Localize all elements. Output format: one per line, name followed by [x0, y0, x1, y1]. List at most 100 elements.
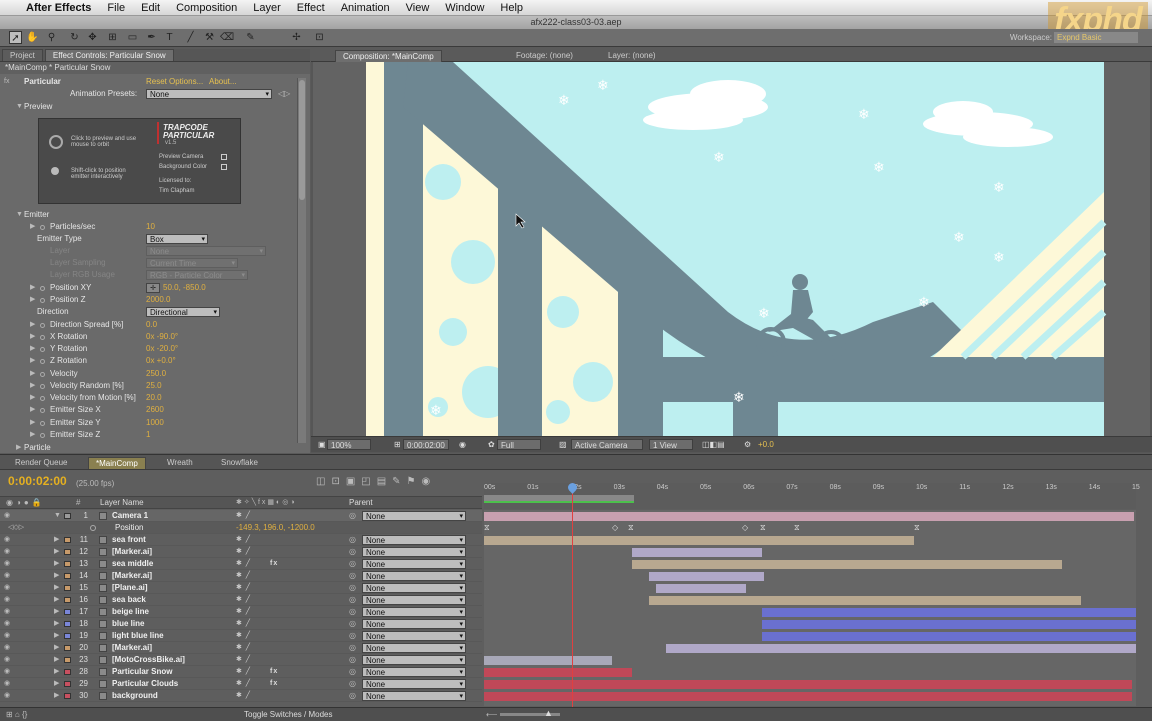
- layer-name[interactable]: [MotoCrossBike.ai]: [112, 654, 185, 666]
- parent-header[interactable]: Parent: [349, 498, 373, 507]
- layer-row[interactable]: ◉ ▶ 12 [Marker.ai] ✱ ╱ ◎ None: [0, 546, 482, 558]
- pickwhip-icon[interactable]: ◎: [349, 534, 356, 546]
- pickwhip-icon[interactable]: ◎: [349, 594, 356, 606]
- layer-duration-bar[interactable]: [484, 536, 914, 545]
- layer-row[interactable]: ◉ ▶ 20 [Marker.ai] ✱ ╱ ◎ None: [0, 642, 482, 654]
- stopwatch-icon[interactable]: [40, 396, 45, 401]
- layer-expand-icon[interactable]: ▶: [54, 690, 59, 702]
- layer-switches-icon[interactable]: ✱ ╱: [236, 594, 251, 606]
- label-color-swatch[interactable]: [64, 669, 71, 675]
- visibility-eye-icon[interactable]: ◉: [4, 558, 10, 570]
- parent-dropdown[interactable]: None: [362, 691, 466, 702]
- layer-expand-icon[interactable]: ▶: [54, 678, 59, 690]
- parent-dropdown[interactable]: None: [362, 571, 466, 582]
- clone-tool-icon[interactable]: ⚒: [203, 31, 216, 44]
- layer-name[interactable]: sea middle: [112, 558, 153, 570]
- layer-expand-icon[interactable]: ▶: [54, 546, 59, 558]
- layer-expand-icon[interactable]: ▶: [54, 630, 59, 642]
- rotate-tool-icon[interactable]: ↻: [68, 31, 81, 44]
- param-expand-icon[interactable]: ▶: [30, 343, 35, 355]
- effect-controls-scrollbar[interactable]: [297, 78, 306, 443]
- axis-mode-icon[interactable]: ✢: [290, 31, 303, 44]
- parent-dropdown[interactable]: None: [362, 655, 466, 666]
- layer-expand-icon[interactable]: ▶: [54, 618, 59, 630]
- layer-switches-icon[interactable]: ✱ ╱: [236, 666, 251, 678]
- keyframe-icon[interactable]: ⧖: [914, 523, 920, 533]
- parent-dropdown[interactable]: None: [362, 535, 466, 546]
- stopwatch-icon[interactable]: [40, 408, 45, 413]
- layer-switches-icon[interactable]: ✱ ╱: [236, 642, 251, 654]
- pickwhip-icon[interactable]: ◎: [349, 690, 356, 702]
- pickwhip-icon[interactable]: ◎: [349, 630, 356, 642]
- param-expand-icon[interactable]: ▶: [30, 294, 35, 306]
- layer-duration-bar[interactable]: [666, 644, 1136, 653]
- scrollbar-thumb[interactable]: [299, 80, 305, 200]
- menu-window[interactable]: Window: [437, 2, 492, 14]
- stopwatch-icon[interactable]: [40, 372, 45, 377]
- layer-duration-bar[interactable]: [762, 632, 1136, 641]
- visibility-eye-icon[interactable]: ◉: [4, 630, 10, 642]
- layer-switches-icon[interactable]: ✱ ╱: [236, 546, 251, 558]
- preset-arrows-icon[interactable]: ◁▷: [278, 88, 290, 100]
- text-tool-icon[interactable]: T: [163, 31, 176, 44]
- menu-composition[interactable]: Composition: [168, 2, 245, 14]
- layer-duration-bar[interactable]: [762, 620, 1136, 629]
- fx-switch[interactable]: fx: [270, 678, 278, 690]
- visibility-eye-icon[interactable]: ◉: [4, 618, 10, 630]
- layer-switches-icon[interactable]: ✱ ╱: [236, 534, 251, 546]
- layer-row[interactable]: ◉ ▶ 19 light blue line ✱ ╱ ◎ None: [0, 630, 482, 642]
- about-link[interactable]: About...: [209, 76, 237, 88]
- pan-behind-tool-icon[interactable]: ⊞: [106, 31, 119, 44]
- background-color-checkbox[interactable]: [221, 164, 227, 170]
- tab-composition[interactable]: Composition: *MainComp: [335, 50, 442, 62]
- magnification-dropdown[interactable]: 100%: [327, 439, 371, 450]
- pickwhip-icon[interactable]: ◎: [349, 654, 356, 666]
- layer-row[interactable]: ◉ ▶ 16 sea back ✱ ╱ ◎ None: [0, 594, 482, 606]
- menu-app-name[interactable]: After Effects: [18, 2, 99, 14]
- parent-dropdown[interactable]: None: [362, 595, 466, 606]
- visibility-eye-icon[interactable]: ◉: [4, 654, 10, 666]
- stopwatch-icon[interactable]: [40, 421, 45, 426]
- menu-edit[interactable]: Edit: [133, 2, 168, 14]
- param-expand-icon[interactable]: ▶: [30, 392, 35, 404]
- param-value[interactable]: 1000: [146, 417, 164, 429]
- layer-name[interactable]: [Marker.ai]: [112, 570, 152, 582]
- param-value[interactable]: 1: [146, 429, 150, 441]
- keyframe-nav-icon[interactable]: ◁◇▷: [8, 522, 24, 534]
- param-dropdown[interactable]: Box: [146, 234, 208, 245]
- eraser-tool-icon[interactable]: ⌫: [220, 31, 234, 44]
- menu-effect[interactable]: Effect: [289, 2, 333, 14]
- layer-name[interactable]: [Marker.ai]: [112, 546, 152, 558]
- toggle-pixel-icon[interactable]: ◫◧▤: [699, 439, 728, 450]
- param-value[interactable]: 2600: [146, 404, 164, 416]
- parent-dropdown[interactable]: None: [362, 667, 466, 678]
- param-value[interactable]: 0x -90.0°: [146, 331, 178, 343]
- crosshair-icon[interactable]: ✛: [146, 283, 160, 293]
- layer-row[interactable]: ◉ ▶ 15 [Plane.ai] ✱ ╱ ◎ None: [0, 582, 482, 594]
- stopwatch-icon[interactable]: [40, 225, 45, 230]
- layer-row[interactable]: ◉ ▶ 28 Particular Snow ✱ ╱ fx ◎ None: [0, 666, 482, 678]
- composition-viewer[interactable]: ❄ ❄ ❄ ❄ ❄ ❄ ❄ ❄ ❄ ❄ ❄ ❄: [313, 62, 1150, 436]
- layer-duration-bar[interactable]: [656, 584, 746, 593]
- param-value[interactable]: 2000.0: [146, 294, 170, 306]
- layer-name[interactable]: beige line: [112, 606, 149, 618]
- layer-name[interactable]: [Marker.ai]: [112, 642, 152, 654]
- layer-switches-icon[interactable]: ✱ ╱: [236, 618, 251, 630]
- param-expand-icon[interactable]: ▶: [30, 282, 35, 294]
- param-expand-icon[interactable]: ▶: [30, 355, 35, 367]
- toggle-switches-modes[interactable]: Toggle Switches / Modes: [244, 710, 333, 719]
- layer-expand-icon[interactable]: ▶: [54, 594, 59, 606]
- param-dropdown[interactable]: Current Time: [146, 258, 238, 269]
- param-dropdown[interactable]: None: [146, 246, 266, 257]
- tab-footage[interactable]: Footage: (none): [509, 50, 580, 62]
- layer-expand-icon[interactable]: ▶: [54, 570, 59, 582]
- snapshot-icon[interactable]: ◉: [456, 439, 469, 450]
- timeline-switch-icons[interactable]: ◫⊡▣◰▤✎⚑◉: [316, 476, 476, 490]
- stopwatch-icon[interactable]: [40, 384, 45, 389]
- keyframe-icon[interactable]: ⧖: [484, 523, 490, 533]
- parent-dropdown[interactable]: None: [362, 511, 466, 522]
- param-value[interactable]: 10: [146, 221, 155, 233]
- label-color-swatch[interactable]: [64, 621, 71, 627]
- label-color-swatch[interactable]: [64, 681, 71, 687]
- emitter-expand-icon[interactable]: ▼: [16, 209, 23, 221]
